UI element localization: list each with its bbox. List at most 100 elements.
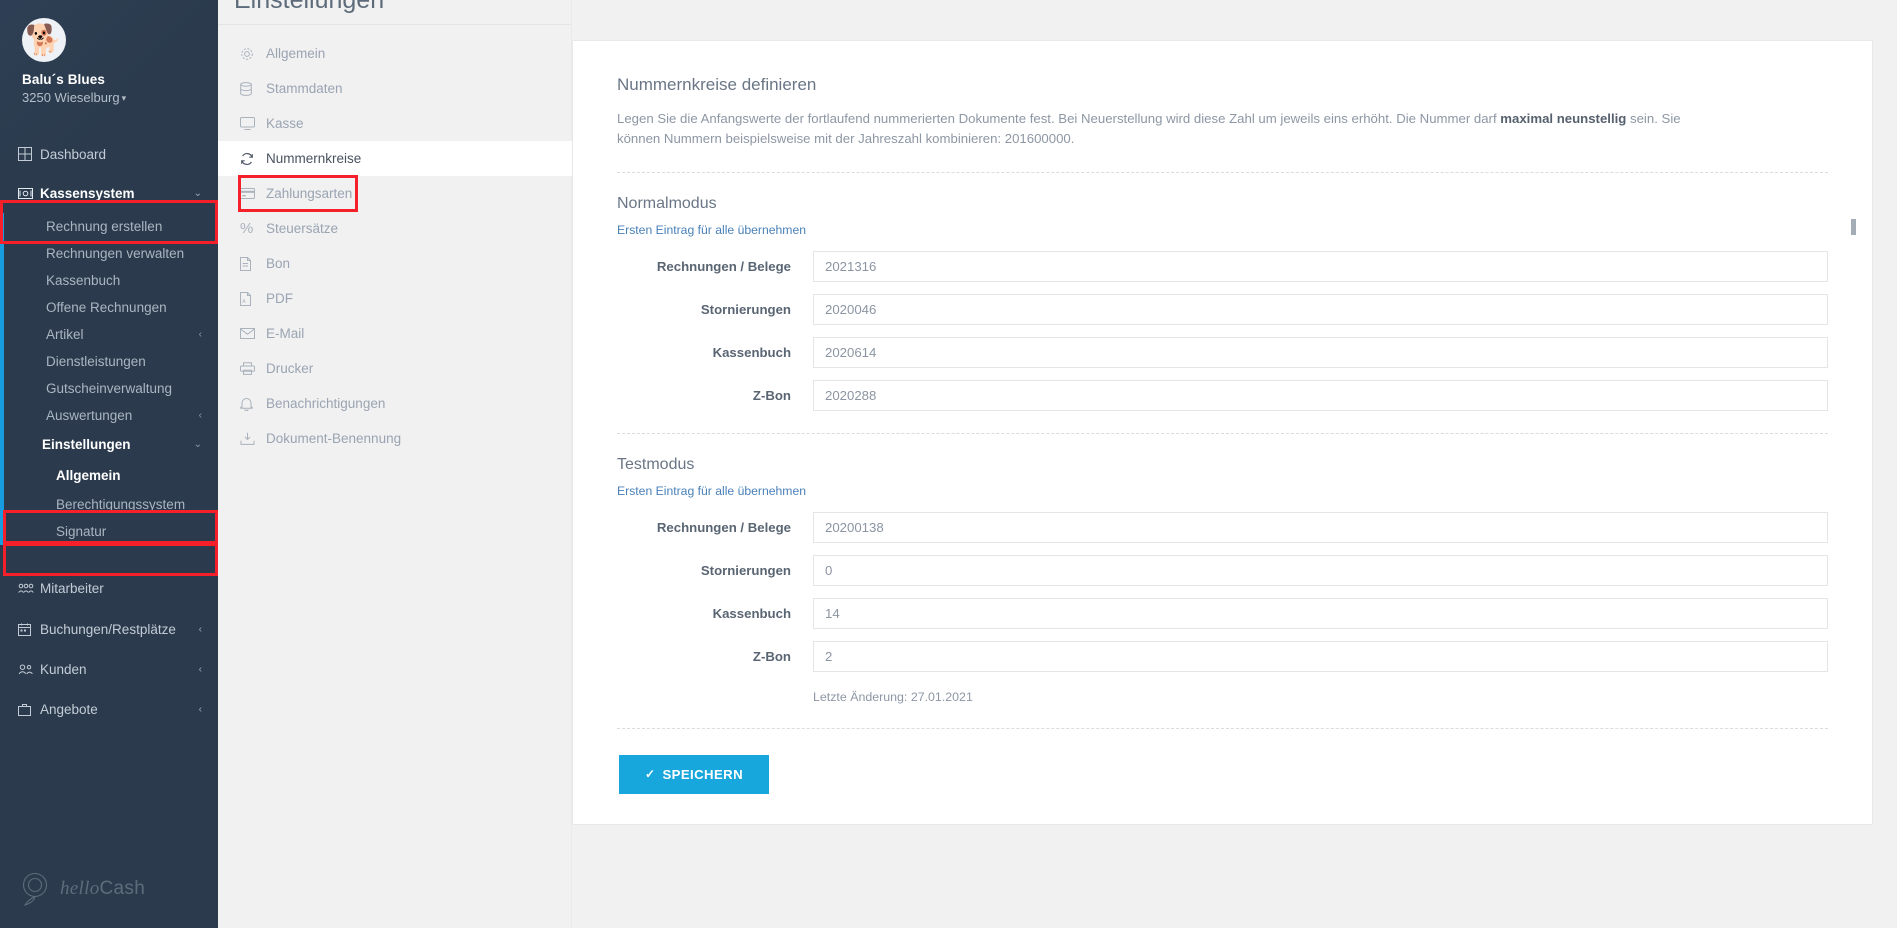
sidebar-item-label: Kunden (40, 661, 87, 677)
refresh-icon (240, 152, 266, 166)
sidebar-item-offene-rechnungen[interactable]: Offene Rechnungen (0, 294, 218, 321)
sidebar-item-artikel[interactable]: Artikel ‹ (0, 321, 218, 348)
settings-nav-label: Kasse (266, 116, 304, 131)
hellocash-logo-text: helloCash (60, 878, 146, 899)
briefcase-icon (18, 703, 40, 716)
svg-text:A: A (242, 299, 246, 305)
chevron-left-icon: ‹ (198, 703, 202, 715)
input-stornierungen-normal[interactable]: 2020046 (813, 293, 1828, 325)
input-rechnungen-belege-normal[interactable]: 2021316 (813, 250, 1828, 282)
file-text-icon (240, 256, 266, 271)
chevron-down-icon: ⌄ (193, 439, 202, 450)
settings-nav-label: E-Mail (266, 326, 305, 341)
settings-nav-nummernkreise[interactable]: Nummernkreise (218, 141, 572, 176)
sidebar-item-buchungen[interactable]: Buchungen/Restplätze ‹ (0, 609, 218, 649)
field-row-zbon-test: Z-Bon 2 (617, 640, 1828, 672)
sidebar-item-gutscheinverwaltung[interactable]: Gutscheinverwaltung (0, 375, 218, 402)
settings-nav-pdf[interactable]: A PDF (218, 281, 571, 316)
content-intro: Legen Sie die Anfangswerte der fortlaufe… (617, 109, 1717, 150)
hellocash-logo: helloCash (22, 872, 145, 906)
sidebar-item-angebote[interactable]: Angebote ‹ (0, 689, 218, 729)
sidebar-item-mitarbeiter[interactable]: Mitarbeiter (0, 567, 218, 609)
apply-first-entry-link-test[interactable]: Ersten Eintrag für alle übernehmen (617, 484, 806, 498)
database-icon (240, 81, 266, 96)
intro-bold: maximal neunstellig (1500, 111, 1627, 126)
brand-name: Balu´s Blues (22, 72, 105, 87)
sidebar-subitem-label: Gutscheinverwaltung (46, 381, 173, 396)
settings-nav-benachrichtigungen[interactable]: Benachrichtigungen (218, 386, 571, 421)
sidebar-subitem-label: Rechnung erstellen (46, 219, 163, 234)
sidebar-item-dashboard[interactable]: Dashboard (0, 135, 218, 173)
dashboard-icon (18, 147, 40, 161)
settings-nav-bon[interactable]: Bon (218, 246, 571, 281)
brand-location-text: 3250 Wieselburg (22, 90, 120, 105)
field-label: Rechnungen / Belege (656, 519, 791, 535)
save-button[interactable]: ✓ SPEICHERN (619, 754, 770, 794)
settings-nav-label: Bon (266, 256, 291, 271)
input-stornierungen-test[interactable]: 0 (813, 554, 1828, 586)
sidebar-item-label: Dashboard (40, 146, 107, 162)
apply-first-entry-link-normal[interactable]: Ersten Eintrag für alle übernehmen (617, 223, 806, 237)
avatar: 🐕 (22, 18, 66, 62)
input-zbon-normal[interactable]: 2020288 (813, 379, 1828, 411)
content-heading: Nummernkreise definieren (617, 75, 817, 94)
app-root: 🐕 Balu´s Blues 3250 Wieselburg ▾ Dashboar… (0, 0, 1897, 928)
settings-nav-label: Steuersätze (266, 221, 339, 236)
input-rechnungen-belege-test[interactable]: 20200138 (813, 511, 1828, 543)
sidebar-item-rechnungen-verwalten[interactable]: Rechnungen verwalten (0, 240, 218, 267)
settings-nav-dokument-benennung[interactable]: Dokument-Benennung (218, 421, 571, 456)
field-row-kassenbuch-test: Kassenbuch 14 (617, 597, 1828, 629)
settings-nav-stammdaten[interactable]: Stammdaten (218, 71, 571, 106)
scrollbar-thumb[interactable] (1851, 219, 1856, 235)
sidebar-subitem-label: Signatur (56, 524, 107, 539)
settings-nav-label: Allgemein (266, 46, 326, 61)
sidebar-item-kassensystem[interactable]: Kassensystem ⌄ (0, 173, 218, 213)
sidebar-item-einstellungen[interactable]: Einstellungen ⌄ (0, 429, 218, 460)
sidebar-item-signatur[interactable]: Signatur (0, 518, 218, 545)
field-label: Kassenbuch (712, 344, 791, 360)
sidebar-subitem-label: Offene Rechnungen (46, 300, 167, 315)
field-label: Stornierungen (700, 301, 791, 317)
sidebar-item-berechtigungssystem[interactable]: Berechtigungssystem (0, 491, 218, 518)
hellocash-logo-mark (22, 872, 48, 906)
check-icon: ✓ (645, 767, 656, 782)
chevron-down-icon: ▾ (121, 93, 127, 103)
field-label: Kassenbuch (712, 605, 791, 621)
settings-nav-label: Dokument-Benennung (266, 431, 402, 446)
testmodus-section: Testmodus Ersten Eintrag für alle überne… (617, 434, 1828, 704)
settings-nav-kasse[interactable]: Kasse (218, 106, 571, 141)
settings-nav-steuersaetze[interactable]: % Steuersätze (218, 211, 571, 246)
file-pdf-icon: A (240, 291, 266, 306)
settings-nav-label: Drucker (266, 361, 314, 376)
brand-block[interactable]: 🐕 Balu´s Blues 3250 Wieselburg ▾ (0, 0, 218, 121)
sidebar-item-kunden[interactable]: Kunden ‹ (0, 649, 218, 689)
sidebar-item-kassenbuch[interactable]: Kassenbuch (0, 267, 218, 294)
sidebar-item-allgemein[interactable]: Allgemein (0, 460, 218, 491)
brand-location[interactable]: 3250 Wieselburg ▾ (22, 90, 218, 105)
normalmodus-section: Normalmodus Ersten Eintrag für alle über… (617, 173, 1828, 411)
chevron-left-icon: ‹ (198, 410, 202, 421)
field-row-rechnungen-normal: Rechnungen / Belege 2021316 (617, 250, 1828, 282)
employees-icon (18, 583, 40, 594)
settings-nav-column: Einstellungen Allgemein Stammdaten Kasse (218, 0, 572, 928)
intro-part1: Legen Sie die Anfangswerte der fortlaufe… (617, 111, 1501, 126)
envelope-icon (240, 328, 266, 339)
chevron-left-icon: ‹ (198, 623, 202, 635)
input-kassenbuch-test[interactable]: 14 (813, 597, 1828, 629)
save-button-wrapper: ✓ SPEICHERN (617, 729, 1828, 794)
settings-nav-email[interactable]: E-Mail (218, 316, 571, 351)
settings-nav-zahlungsarten[interactable]: Zahlungsarten (218, 176, 571, 211)
calendar-icon (18, 623, 40, 636)
sidebar-item-dienstleistungen[interactable]: Dienstleistungen (0, 348, 218, 375)
sidebar-item-label: Kassensystem (40, 185, 135, 201)
field-label: Rechnungen / Belege (656, 258, 791, 274)
dog-avatar-icon: 🐕 (25, 23, 63, 57)
sidebar-item-rechnung-erstellen[interactable]: Rechnung erstellen (0, 213, 218, 240)
input-kassenbuch-normal[interactable]: 2020614 (813, 336, 1828, 368)
settings-nav-allgemein[interactable]: Allgemein (218, 36, 571, 71)
input-zbon-test[interactable]: 2 (813, 640, 1828, 672)
sidebar-item-auswertungen[interactable]: Auswertungen ‹ (0, 402, 218, 429)
document-download-icon (240, 432, 266, 446)
sidebar-subitem-label: Dienstleistungen (46, 354, 146, 369)
settings-nav-drucker[interactable]: Drucker (218, 351, 571, 386)
